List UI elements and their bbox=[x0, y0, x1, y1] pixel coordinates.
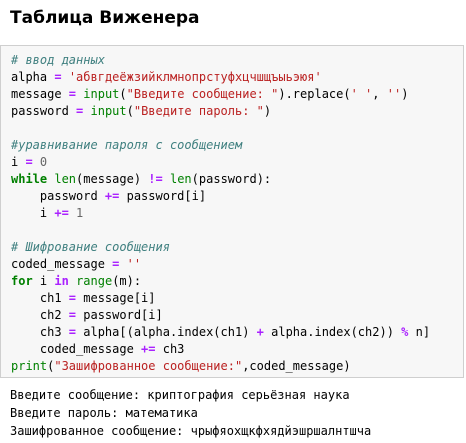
code-line: ch2 = password[i] bbox=[11, 307, 430, 324]
code-token: #уравнивание пароля с сообщением bbox=[11, 138, 243, 152]
code-token: (password): bbox=[191, 172, 272, 186]
code-line: message = input("Введите сообщение: ").r… bbox=[11, 86, 430, 103]
code-token: alpha bbox=[11, 70, 55, 84]
code-token: = bbox=[68, 308, 77, 322]
code-token: alpha[(alpha.index(ch1) bbox=[76, 325, 257, 339]
code-token: ' ' bbox=[350, 87, 373, 101]
code-token: len bbox=[169, 172, 192, 186]
code-token: print bbox=[11, 359, 48, 373]
code-token: ) bbox=[401, 87, 409, 101]
code-token: ).replace( bbox=[278, 87, 351, 101]
page-title: Таблица Виженера bbox=[10, 8, 200, 28]
code-token: = bbox=[68, 87, 77, 101]
code-token: message bbox=[11, 87, 69, 101]
code-token: ch2 bbox=[11, 308, 69, 322]
code-token: for bbox=[11, 274, 33, 288]
code-token: len bbox=[54, 172, 77, 186]
code-token: += bbox=[141, 342, 156, 356]
code-line: for i in range(m): bbox=[11, 273, 430, 290]
code-token: password[i] bbox=[119, 189, 207, 203]
code-token: = bbox=[25, 155, 33, 169]
code-token: 1 bbox=[76, 206, 84, 220]
cell-output: Введите сообщение: криптография серьёзна… bbox=[10, 386, 371, 440]
code-line: coded_message = '' bbox=[11, 256, 430, 273]
code-token: '' bbox=[386, 87, 402, 101]
code-token: "Введите пароль: " bbox=[133, 104, 264, 118]
code-token: message[i] bbox=[76, 291, 156, 305]
code-token: (message) bbox=[76, 172, 149, 186]
output-line: Введите сообщение: криптография серьёзна… bbox=[10, 388, 350, 402]
code-line: # Шифрование сообщения bbox=[11, 239, 430, 256]
code-token: input bbox=[90, 104, 127, 118]
code-editor[interactable]: # ввод данных alpha = 'абвгдеёжзийклмнопр… bbox=[11, 52, 430, 375]
code-token: input bbox=[83, 87, 120, 101]
code-line: i += 1 bbox=[11, 205, 430, 222]
code-token: "Зашифрованное сообщение:" bbox=[54, 359, 243, 373]
code-token: , bbox=[372, 87, 387, 101]
code-token: += bbox=[104, 189, 120, 203]
code-token: ,coded_message) bbox=[242, 359, 351, 373]
code-line: i = 0 bbox=[11, 154, 430, 171]
code-token: password[i] bbox=[76, 308, 163, 322]
code-line: # ввод данных bbox=[11, 52, 430, 69]
code-token: ( bbox=[119, 87, 127, 101]
output-line: Зашифрованное сообщение: чрыфяохщкфхядйэ… bbox=[10, 424, 372, 438]
code-token: password bbox=[11, 104, 77, 118]
code-token: ( bbox=[126, 104, 134, 118]
code-token: 'абвгдеёжзийклмнопрстуфхцчшщъыьэюя' bbox=[68, 70, 322, 84]
code-token: # Шифрование сообщения bbox=[11, 240, 170, 254]
code-token: ch3 bbox=[11, 325, 69, 339]
code-token: '' bbox=[126, 257, 142, 271]
code-line: #уравнивание пароля с сообщением bbox=[11, 137, 430, 154]
code-token: # ввод данных bbox=[11, 53, 105, 67]
code-line: ch1 = message[i] bbox=[11, 290, 430, 307]
code-line: coded_message += ch3 bbox=[11, 341, 430, 358]
code-token: coded_message bbox=[11, 257, 113, 271]
code-line: print("Зашифрованное сообщение:",coded_m… bbox=[11, 358, 430, 375]
code-token: in bbox=[54, 274, 69, 288]
code-line: while len(message) != len(password): bbox=[11, 171, 430, 188]
code-token: n] bbox=[408, 325, 431, 339]
code-line: ch3 = alpha[(alpha.index(ch1) + alpha.in… bbox=[11, 324, 430, 341]
code-token: "Введите сообщение: " bbox=[126, 87, 279, 101]
code-token: ch1 bbox=[11, 291, 69, 305]
code-line: password += password[i] bbox=[11, 188, 430, 205]
code-token: += bbox=[54, 206, 69, 220]
code-token: (m): bbox=[112, 274, 142, 288]
code-token: 0 bbox=[39, 155, 48, 169]
code-line: password = input("Введите пароль: ") bbox=[11, 103, 430, 120]
code-token: = bbox=[54, 70, 62, 84]
code-token: range bbox=[76, 274, 113, 288]
code-token: ) bbox=[263, 104, 272, 118]
code-token: != bbox=[148, 172, 163, 186]
code-token: i bbox=[11, 155, 26, 169]
code-token: + bbox=[256, 325, 264, 339]
code-token: ch3 bbox=[155, 342, 185, 356]
code-token: coded_message bbox=[11, 342, 142, 356]
code-line: alpha = 'абвгдеёжзийклмнопрстуфхцчшщъыьэ… bbox=[11, 69, 430, 86]
code-token: i bbox=[32, 274, 55, 288]
code-token: alpha.index(ch2)) bbox=[263, 325, 402, 339]
code-token: while bbox=[11, 172, 48, 186]
code-token: password bbox=[11, 189, 105, 203]
code-token: = bbox=[68, 325, 77, 339]
code-token: i bbox=[11, 206, 55, 220]
output-line: Введите пароль: математика bbox=[10, 406, 198, 420]
code-token: = bbox=[68, 291, 77, 305]
code-cell[interactable]: # ввод данных alpha = 'абвгдеёжзийклмнопр… bbox=[0, 45, 464, 378]
